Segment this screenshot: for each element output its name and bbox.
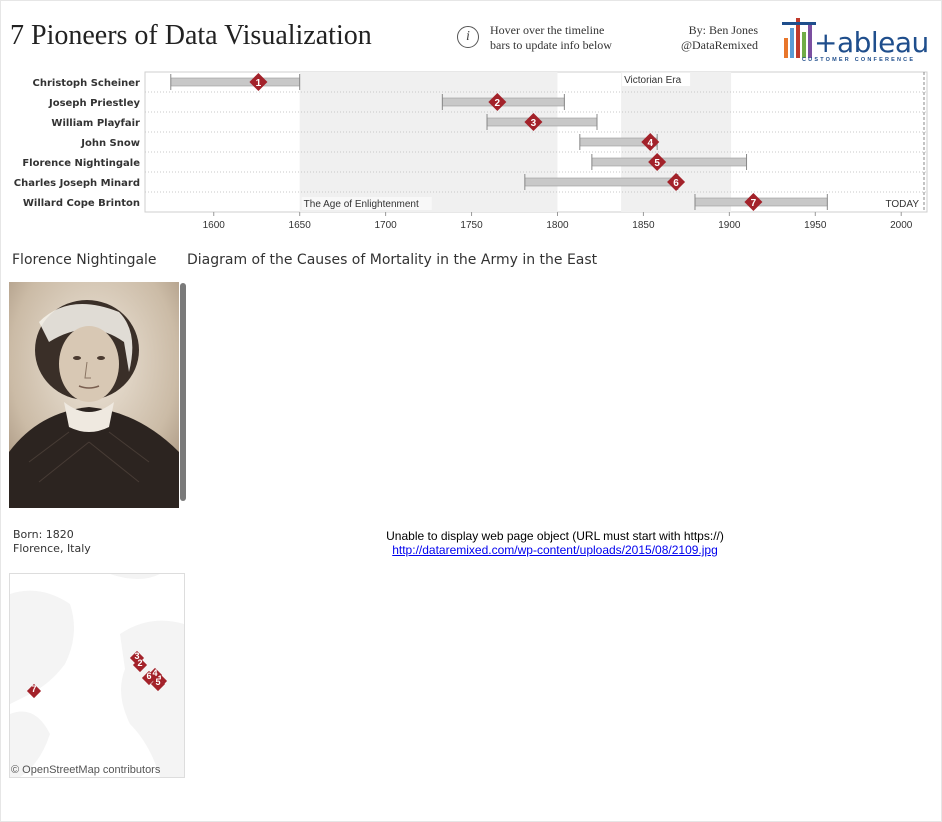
- portrait-scrollbar[interactable]: [180, 283, 186, 501]
- born-year: Born: 1820: [13, 528, 74, 541]
- map-marker[interactable]: 7: [26, 683, 42, 699]
- pioneer-marker-number: 4: [648, 138, 654, 149]
- byline: By: Ben Jones @DataRemixed: [640, 23, 758, 53]
- pioneer-name: William Playfair: [51, 118, 140, 129]
- map-marker-number: 7: [31, 684, 37, 694]
- birth-info: Born: 1820 Florence, Italy: [13, 528, 91, 556]
- era-band: [299, 72, 558, 212]
- timeline-chart[interactable]: The Age of Enlightenment Victorian Era TOD…: [0, 66, 942, 236]
- axis-tick-label: 2000: [890, 220, 913, 231]
- logo-wordmark: +ableau: [814, 26, 929, 59]
- axis-tick-label: 1900: [718, 220, 741, 231]
- logo-bars-icon: [782, 18, 816, 58]
- axis-tick-label: 1950: [804, 220, 827, 231]
- axis-tick-label: 1750: [460, 220, 483, 231]
- birthplace-map[interactable]: 3246157 © OpenStreetMap contributors: [9, 573, 185, 778]
- axis-tick-label: 1600: [203, 220, 226, 231]
- map-marker-number: 2: [137, 658, 143, 668]
- pioneer-marker-number: 1: [256, 78, 262, 89]
- tableau-logo: +ableau CUSTOMER CONFERENCE: [782, 10, 929, 66]
- map-attribution: © OpenStreetMap contributors: [11, 764, 161, 776]
- page-title: 7 Pioneers of Data Visualization: [10, 20, 372, 51]
- pioneer-marker-number: 2: [495, 98, 501, 109]
- selected-person-name: Florence Nightingale: [12, 252, 157, 268]
- pioneer-marker-number: 7: [751, 198, 757, 209]
- web-object-link[interactable]: http://dataremixed.com/wp-content/upload…: [392, 543, 718, 557]
- author-name: By: Ben Jones: [688, 23, 758, 37]
- axis-tick-label: 1850: [632, 220, 655, 231]
- pioneer-name: Florence Nightingale: [22, 158, 140, 169]
- map-marker[interactable]: 5: [150, 676, 166, 692]
- map-marker-number: 5: [155, 677, 161, 687]
- pioneer-marker-number: 3: [531, 118, 537, 129]
- pioneer-name: Willard Cope Brinton: [23, 198, 140, 209]
- lifespan-bar[interactable]: [170, 77, 300, 87]
- lifespan-bar[interactable]: [524, 177, 679, 187]
- info-icon[interactable]: i: [457, 26, 479, 48]
- today-label: TODAY: [885, 199, 919, 210]
- pioneer-name: John Snow: [80, 138, 140, 149]
- portrait-photo: [9, 282, 179, 508]
- diagram-title: Diagram of the Causes of Mortality in th…: [187, 252, 598, 268]
- axis-tick-label: 1800: [546, 220, 569, 231]
- pioneer-name: Charles Joseph Minard: [14, 178, 140, 189]
- hover-line-1: Hover over the timeline: [490, 23, 605, 37]
- axis-tick-label: 1650: [289, 220, 312, 231]
- era-label: The Age of Enlightenment: [304, 199, 419, 210]
- pioneer-name: Joseph Priestley: [48, 98, 140, 109]
- web-error-text: Unable to display web page object (URL m…: [386, 529, 724, 543]
- web-object-error: Unable to display web page object (URL m…: [335, 529, 775, 557]
- pioneer-name: Christoph Scheiner: [33, 78, 141, 89]
- pioneer-marker-number: 5: [654, 158, 660, 169]
- hover-instructions: Hover over the timeline bars to update i…: [490, 23, 612, 53]
- hover-line-2: bars to update info below: [490, 38, 612, 52]
- author-handle: @DataRemixed: [680, 38, 758, 52]
- born-place: Florence, Italy: [13, 542, 91, 555]
- lifespan-bar[interactable]: [591, 157, 747, 167]
- era-label: Victorian Era: [624, 75, 682, 86]
- map-marker[interactable]: 2: [132, 657, 148, 673]
- logo-subtitle: CUSTOMER CONFERENCE: [802, 57, 916, 63]
- axis-tick-label: 1700: [374, 220, 397, 231]
- pioneer-marker-number: 6: [673, 178, 679, 189]
